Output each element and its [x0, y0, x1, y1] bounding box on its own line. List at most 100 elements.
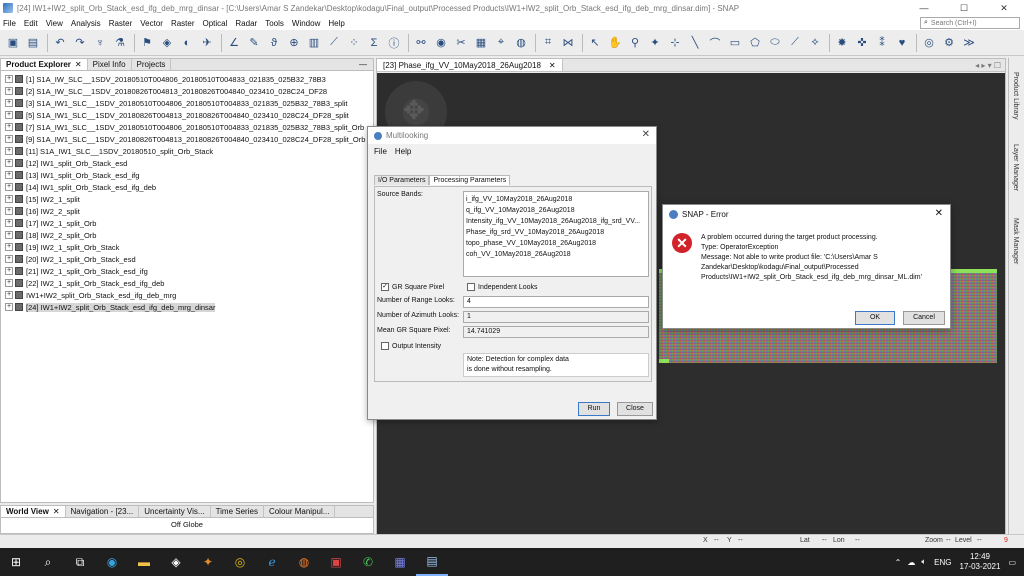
expand-icon[interactable]: + [5, 219, 13, 227]
tab-navigation[interactable]: Navigation - [23... [66, 506, 140, 517]
clock[interactable]: 12:49 17-03-2021 [960, 552, 1001, 572]
product-node[interactable]: + [5] S1A_IW1_SLC__1SDV_20180826T004813_2… [5, 109, 373, 121]
band-item[interactable]: Intensity_ifg_VV_10May2018_26Aug2018_ifg… [466, 216, 646, 227]
product-node[interactable]: + [15] IW2_1_split [5, 193, 373, 205]
firefox-icon[interactable]: ◍ [288, 548, 320, 576]
product-node[interactable]: + [11] S1A_IW1_SLC__1SDV_20180510_split_O… [5, 145, 373, 157]
tab-processing-parameters[interactable]: Processing Parameters [429, 175, 511, 185]
band-item[interactable]: i_ifg_VV_10May2018_26Aug2018 [466, 194, 646, 205]
menu-optical[interactable]: Optical [203, 19, 228, 28]
file-explorer-icon[interactable]: ▬ [128, 548, 160, 576]
polyline-tool-icon[interactable]: ⌒ [706, 34, 724, 52]
magic-wand-icon[interactable]: ⟋ [786, 34, 804, 52]
product-node[interactable]: + [18] IW2_2_split_Orb [5, 229, 373, 241]
expand-icon[interactable]: + [5, 279, 13, 287]
language-indicator[interactable]: ENG [934, 558, 951, 567]
graph-builder-icon[interactable]: ⌗ [539, 34, 557, 52]
tab-pixel-info[interactable]: Pixel Info [88, 59, 132, 70]
expand-icon[interactable]: + [5, 183, 13, 191]
notification-badge[interactable]: 9 [1004, 537, 1008, 544]
internet-explorer-icon[interactable]: ℯ [256, 548, 288, 576]
polyline-icon[interactable]: ∠ [225, 34, 243, 52]
product-node[interactable]: + [12] IW1_split_Orb_Stack_esd [5, 157, 373, 169]
edit-icon[interactable]: ✎ [245, 34, 263, 52]
menu-layer[interactable]: Raster [109, 19, 133, 28]
help-icon[interactable]: ◎ [920, 34, 938, 52]
close-tab-icon[interactable]: ✕ [53, 507, 60, 516]
volume-icon[interactable]: 🔈︎ [921, 557, 926, 567]
tab-product-explorer[interactable]: Product Explorer ✕ [1, 59, 88, 70]
cancel-button[interactable]: Cancel [903, 311, 945, 325]
product-node[interactable]: + [17] IW2_1_split_Orb [5, 217, 373, 229]
expand-icon[interactable]: + [5, 267, 13, 275]
profile-plot-icon[interactable]: ⟋ [325, 34, 343, 52]
dialog-menu-file[interactable]: File [374, 147, 387, 156]
pdf-reader-icon[interactable]: ▣ [320, 548, 352, 576]
task-view-icon[interactable]: ⧉ [64, 548, 96, 576]
product-node[interactable]: + [14] IW1_split_Orb_Stack_esd_ifg_deb [5, 181, 373, 193]
expand-icon[interactable]: + [5, 207, 13, 215]
whatsapp-icon[interactable]: ✆ [352, 548, 384, 576]
pan-tool-icon[interactable]: ✋ [606, 34, 624, 52]
product-node-selected[interactable]: + [24] IW1+IW2_split_Orb_Stack_esd_ifg_de… [5, 301, 373, 313]
product-node[interactable]: + [13] IW1_split_Orb_Stack_esd_ifg [5, 169, 373, 181]
layers-icon[interactable]: ◈ [158, 34, 176, 52]
eye-icon[interactable]: ◉ [432, 34, 450, 52]
expand-icon[interactable]: + [5, 135, 13, 143]
close-dialog-icon[interactable]: ✕ [935, 208, 943, 219]
band-item[interactable]: Phase_ifg_srd_VV_10May2018_26Aug2018 [466, 227, 646, 238]
spectrum-icon[interactable]: ϑ [265, 34, 283, 52]
minimize-button[interactable]: — [904, 0, 944, 16]
histogram-icon[interactable]: ▥ [305, 34, 323, 52]
satellite-icon[interactable]: ✈ [198, 34, 216, 52]
run-button[interactable]: Run [578, 402, 610, 416]
redo-icon[interactable]: ↷ [71, 34, 89, 52]
app-icon[interactable]: ✦ [192, 548, 224, 576]
expand-icon[interactable]: + [5, 159, 13, 167]
product-node[interactable]: + [9] S1A_IW1_SLC__1SDV_20180826T004813_2… [5, 133, 373, 145]
product-node[interactable]: + [3] S1A_IW1_SLC__1SDV_20180510T004806_2… [5, 97, 373, 109]
expand-icon[interactable]: + [5, 147, 13, 155]
grid-icon[interactable]: ▦ [472, 34, 490, 52]
dialog-menu-help[interactable]: Help [395, 147, 411, 156]
store-icon[interactable]: ◈ [160, 548, 192, 576]
select-tool-icon[interactable]: ↖ [586, 34, 604, 52]
range-finder-icon[interactable]: ⟡ [806, 34, 824, 52]
azimuth-looks-field[interactable]: 1 [463, 311, 649, 323]
binary-icon[interactable]: ⁑ [873, 34, 891, 52]
teams-icon[interactable]: ▦ [384, 548, 416, 576]
tray-chevron-icon[interactable]: ⌃ [895, 558, 902, 567]
scissors-icon[interactable]: ✂ [452, 34, 470, 52]
ellipse-tool-icon[interactable]: ⬭ [766, 34, 784, 52]
minimize-panel-icon[interactable]: — [359, 59, 367, 71]
start-menu-icon[interactable]: ⊞ [0, 548, 32, 576]
close-button[interactable]: Close [617, 402, 653, 416]
gr-square-pixel-checkbox[interactable]: ✓ GR Square Pixel [381, 283, 444, 291]
tab-phase-image[interactable]: [23] Phase_ifg_VV_10May2018_26Aug2018 ✕ [377, 59, 563, 71]
notification-center-icon[interactable]: ▭ [1008, 558, 1016, 567]
editor-tab-nav-icon[interactable]: ◂ ▸ ▾ ☐ [975, 59, 1001, 72]
expand-icon[interactable]: + [5, 99, 13, 107]
product-node[interactable]: + [16] IW2_2_split [5, 205, 373, 217]
expand-icon[interactable]: + [5, 195, 13, 203]
menu-file[interactable]: File [3, 19, 16, 28]
menu-radar[interactable]: Radar [235, 19, 257, 28]
menu-analysis[interactable]: Analysis [71, 19, 101, 28]
menu-tools[interactable]: Tools [265, 19, 284, 28]
menu-raster[interactable]: Raster [171, 19, 195, 28]
close-dialog-icon[interactable]: ✕ [642, 129, 650, 140]
scatter-plot-icon[interactable]: ⁘ [345, 34, 363, 52]
tab-world-view[interactable]: World View ✕ [1, 506, 66, 517]
information-icon[interactable]: ⓘ [385, 34, 403, 52]
expand-icon[interactable]: + [5, 303, 13, 311]
close-tab-icon[interactable]: ✕ [75, 60, 82, 69]
link-icon[interactable]: ⚯ [412, 34, 430, 52]
menu-window[interactable]: Window [292, 19, 320, 28]
menu-vector[interactable]: Vector [140, 19, 163, 28]
mask-icon[interactable]: ◍ [512, 34, 530, 52]
mean-gr-square-field[interactable]: 14.741029 [463, 326, 649, 338]
menu-view[interactable]: View [46, 19, 63, 28]
chrome-icon[interactable]: ◎ [224, 548, 256, 576]
network-icon[interactable]: ☁ [907, 558, 915, 567]
rectangle-tool-icon[interactable]: ▭ [726, 34, 744, 52]
